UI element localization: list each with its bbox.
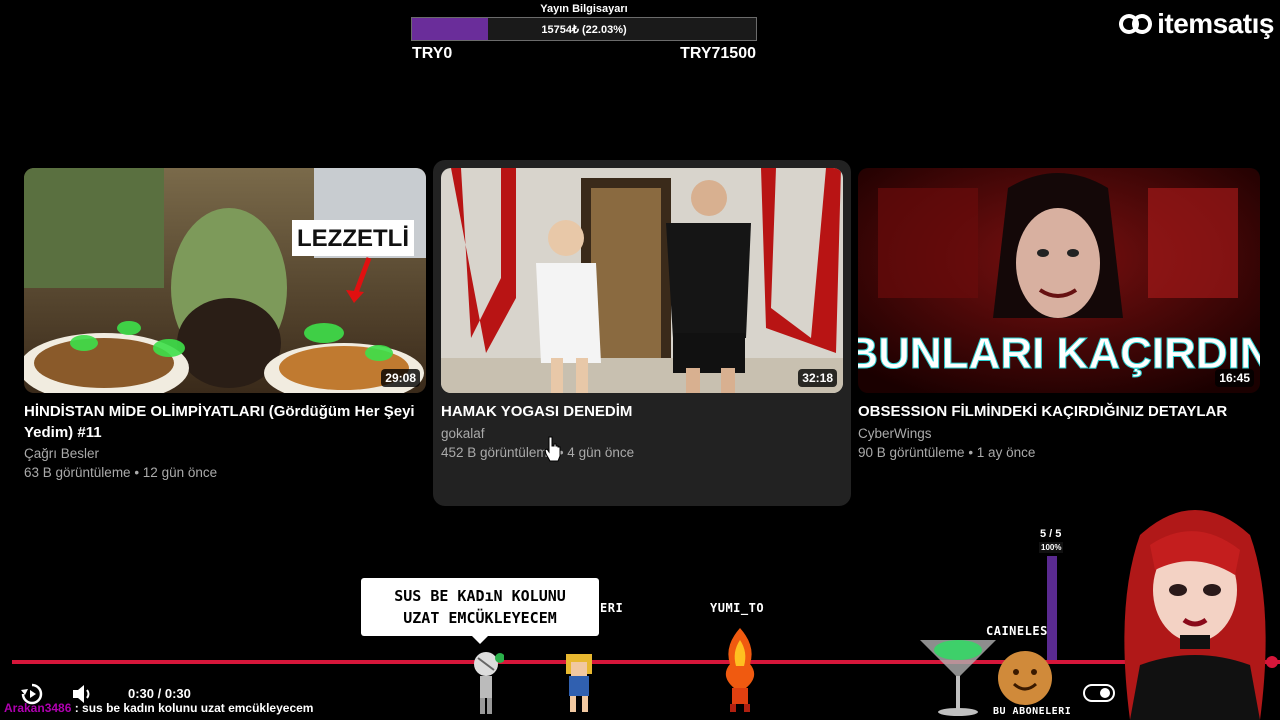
thumb-text: LEZZETLİ (297, 225, 409, 252)
thumbnail-image (441, 168, 843, 393)
thumbnail-image: BUNLARI KAÇIRDIN (858, 168, 1260, 393)
video-title[interactable]: HAMAK YOGASI DENEDİM (441, 401, 841, 422)
vote-progress-bar (1047, 556, 1057, 660)
vote-percent: 100% (1039, 542, 1064, 553)
thumb-text: BUNLARI KAÇIRDIN (858, 329, 1260, 378)
video-channel[interactable]: Çağrı Besler (24, 446, 99, 461)
player-progress-bar[interactable] (12, 660, 1280, 664)
viewer-label-yumi: YUMI_TO (710, 601, 765, 615)
player-time: 0:30 / 0:30 (128, 686, 191, 701)
chat-text: : sus be kadın kolunu uzat emcükleyecem (71, 701, 314, 715)
video-title[interactable]: HİNDİSTAN MİDE OLİMPİYATLARI (Gördüğüm H… (24, 401, 424, 443)
viewer-label-bottom: BU ABONELERI (993, 706, 1072, 717)
chat-message: Arakan3486 : sus be kadın kolunu uzat em… (4, 701, 313, 715)
video-meta: 90 B görüntüleme • 1 ay önce (858, 445, 1036, 460)
video-thumbnail[interactable]: BUNLARI KAÇIRDIN 16:45 (858, 168, 1260, 393)
goal-progress-bar: 15754₺ (22.03%) (411, 17, 757, 41)
vote-count: 5 / 5 (1040, 528, 1062, 540)
goal-max-label: TRY71500 (680, 45, 756, 62)
streamer-avatar (1124, 510, 1266, 720)
knight-sprite (474, 652, 504, 714)
speech-tail (470, 634, 490, 644)
video-thumbnail[interactable]: LEZZETLİ 29:08 (24, 168, 426, 393)
link-icon (1119, 14, 1153, 34)
donation-goal: Yayın Bilgisayarı 15754₺ (22.03%) TRY0 T… (411, 0, 757, 66)
hand-cursor-icon (544, 436, 561, 462)
video-channel[interactable]: gokalaf (441, 426, 485, 441)
viewer-label-partial: ERI (600, 601, 624, 615)
brand-logo: itemsatış (1119, 8, 1274, 40)
goal-min-label: TRY0 (412, 45, 453, 62)
video-duration: 29:08 (381, 369, 420, 387)
girl-sprite (566, 654, 592, 712)
video-duration: 16:45 (1215, 369, 1254, 387)
video-channel[interactable]: CyberWings (858, 426, 932, 441)
fire-sprite (725, 628, 755, 712)
video-meta: 452 B görüntüleme • 4 gün önce (441, 445, 635, 460)
video-duration: 32:18 (798, 369, 837, 387)
video-meta: 63 B görüntüleme • 12 gün önce (24, 465, 218, 480)
video-card-hovered[interactable]: 32:18 HAMAK YOGASI DENEDİM gokalaf 452 B… (433, 160, 851, 506)
video-thumbnail[interactable]: 32:18 (441, 168, 843, 393)
goal-title: Yayın Bilgisayarı (540, 3, 628, 15)
thumbnail-image: LEZZETLİ (24, 168, 426, 393)
cocktail-glass-sprite (920, 640, 996, 716)
goal-progress-text: 15754₺ (22.03%) (541, 23, 627, 36)
speech-line-2: UZAT EMCÜKLEYECEM (403, 609, 557, 627)
video-title[interactable]: OBSESSION FİLMİNDEKİ KAÇIRDIĞINIZ DETAYL… (858, 401, 1258, 422)
speech-bubble: SUS BE KADıN KOLUNU UZAT EMCÜKLEYECEM (361, 578, 599, 636)
speech-line-1: SUS BE KADıN KOLUNU (394, 587, 566, 605)
chat-username: Arakan3486 (4, 701, 72, 715)
brand-name: itemsatış (1157, 8, 1274, 39)
